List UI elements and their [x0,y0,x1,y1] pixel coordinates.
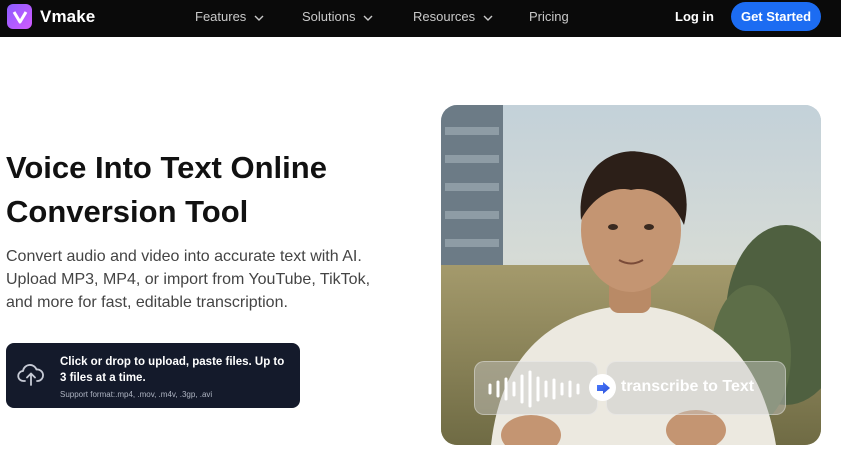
logo[interactable]: Vmake [7,4,95,29]
title-line-2: Conversion Tool [6,194,249,229]
top-nav: Vmake Features Solutions Resources Prici… [0,0,841,37]
chevron-down-icon [363,9,373,24]
nav-item-pricing[interactable]: Pricing [529,9,569,24]
chevron-down-icon [483,9,493,24]
login-link[interactable]: Log in [675,9,714,24]
transcribe-label: transcribe to Text [621,378,755,395]
cloud-upload-icon [17,363,45,392]
logo-text: Vmake [40,6,96,26]
title-line-1: Voice Into Text Online [6,150,327,185]
upload-dropzone[interactable]: Click or drop to upload, paste files. Up… [6,343,300,408]
hero-subtitle: Convert audio and video into accurate te… [6,248,371,311]
upload-instructions: Click or drop to upload, paste files. Up… [60,356,285,384]
nav-item-solutions[interactable]: Solutions [302,9,373,24]
nav-item-label: Solutions [302,9,356,24]
chevron-down-icon [254,9,264,24]
waveform-icon [488,370,580,408]
nav-item-resources[interactable]: Resources [413,9,493,24]
nav-item-label: Resources [413,9,476,24]
logo-icon [7,4,32,29]
audio-waveform-pill [474,361,598,415]
page-title: Voice Into Text Online Conversion Tool [6,146,406,234]
nav-item-label: Features [195,9,247,24]
nav-item-features[interactable]: Features [195,9,264,24]
arrow-right-icon [589,374,616,401]
supported-formats: Support format:.mp4, .mov, .m4v, .3gp, .… [60,390,213,399]
get-started-button[interactable]: Get Started [731,2,821,31]
nav-item-label: Pricing [529,9,569,24]
